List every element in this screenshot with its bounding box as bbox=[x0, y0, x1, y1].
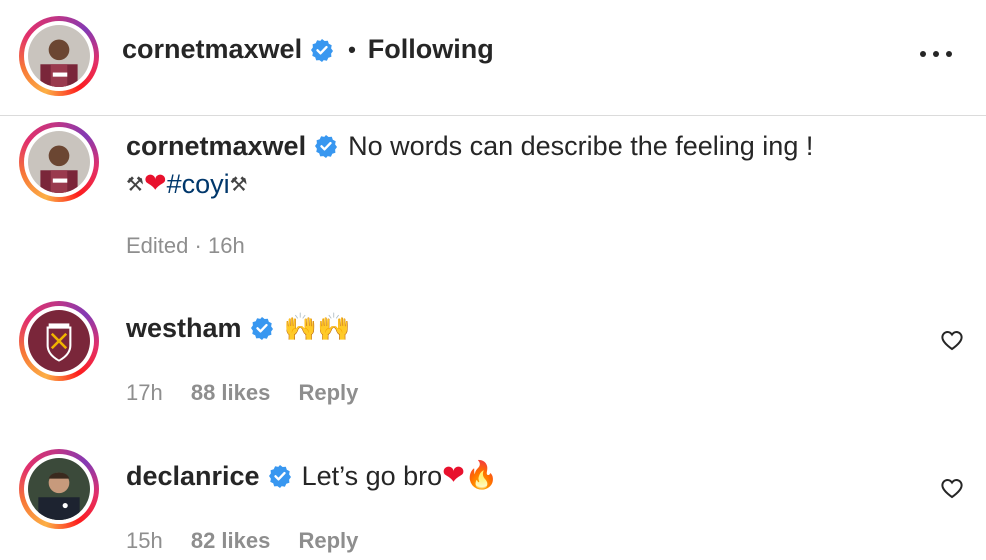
header-username[interactable]: cornetmaxwel bbox=[122, 34, 302, 65]
like-heart-icon[interactable] bbox=[940, 476, 964, 500]
comment-meta: 15h 82 likes Reply bbox=[126, 528, 358, 554]
comment-text: Let’s go bro bbox=[301, 461, 443, 491]
meta-dot: · bbox=[194, 233, 202, 258]
verified-badge-icon bbox=[310, 38, 334, 62]
comment-username[interactable]: declanrice bbox=[126, 458, 260, 494]
caption-username[interactable]: cornetmaxwel bbox=[126, 128, 306, 164]
comment-username[interactable]: westham bbox=[126, 310, 242, 346]
caption-time[interactable]: 16h bbox=[208, 233, 245, 258]
likes-count[interactable]: 88 likes bbox=[191, 380, 271, 405]
header-divider bbox=[0, 115, 986, 116]
heart-emoji: ❤ bbox=[442, 460, 465, 491]
comment-line: westham 🙌🙌 bbox=[126, 310, 351, 346]
likes-count[interactable]: 82 likes bbox=[191, 528, 271, 553]
verified-badge-icon bbox=[268, 464, 292, 488]
hammers-emoji: ⚒ bbox=[229, 172, 248, 196]
caption-meta: Edited · 16h bbox=[126, 233, 245, 259]
caption-line-1: cornetmaxwel No words can describe the f… bbox=[126, 128, 813, 164]
caption-avatar[interactable] bbox=[19, 122, 99, 202]
like-heart-icon[interactable] bbox=[940, 328, 964, 352]
instagram-post-comments: cornetmaxwel • Following cornetmaxwel No… bbox=[0, 0, 986, 560]
comment-time[interactable]: 15h bbox=[126, 528, 163, 553]
declanrice-avatar[interactable] bbox=[19, 449, 99, 529]
comment-time[interactable]: 17h bbox=[126, 380, 163, 405]
following-button[interactable]: Following bbox=[368, 34, 494, 65]
comment-line: declanrice Let’s go bro ❤ 🔥 bbox=[126, 458, 498, 494]
post-header: cornetmaxwel • Following bbox=[122, 34, 494, 65]
caption-text: No words can describe the feeling ing ! bbox=[348, 131, 814, 161]
reply-button[interactable]: Reply bbox=[298, 380, 358, 405]
comment-meta: 17h 88 likes Reply bbox=[126, 380, 358, 406]
hammers-emoji: ⚒ bbox=[126, 172, 144, 196]
raising-hands-emoji: 🙌🙌 bbox=[283, 312, 351, 343]
caption-line-2: ⚒ ❤ #coyi ⚒ bbox=[126, 166, 248, 202]
verified-badge-icon bbox=[314, 134, 338, 158]
hashtag-link[interactable]: #coyi bbox=[167, 166, 230, 202]
westham-avatar[interactable] bbox=[19, 301, 99, 381]
heart-emoji: ❤ bbox=[143, 168, 167, 199]
edited-label: Edited bbox=[126, 233, 189, 258]
more-options-icon[interactable] bbox=[916, 42, 956, 66]
reply-button[interactable]: Reply bbox=[298, 528, 358, 553]
verified-badge-icon bbox=[250, 316, 274, 340]
header-avatar[interactable] bbox=[19, 16, 99, 96]
header-separator: • bbox=[348, 36, 356, 62]
fire-emoji: 🔥 bbox=[464, 460, 499, 491]
